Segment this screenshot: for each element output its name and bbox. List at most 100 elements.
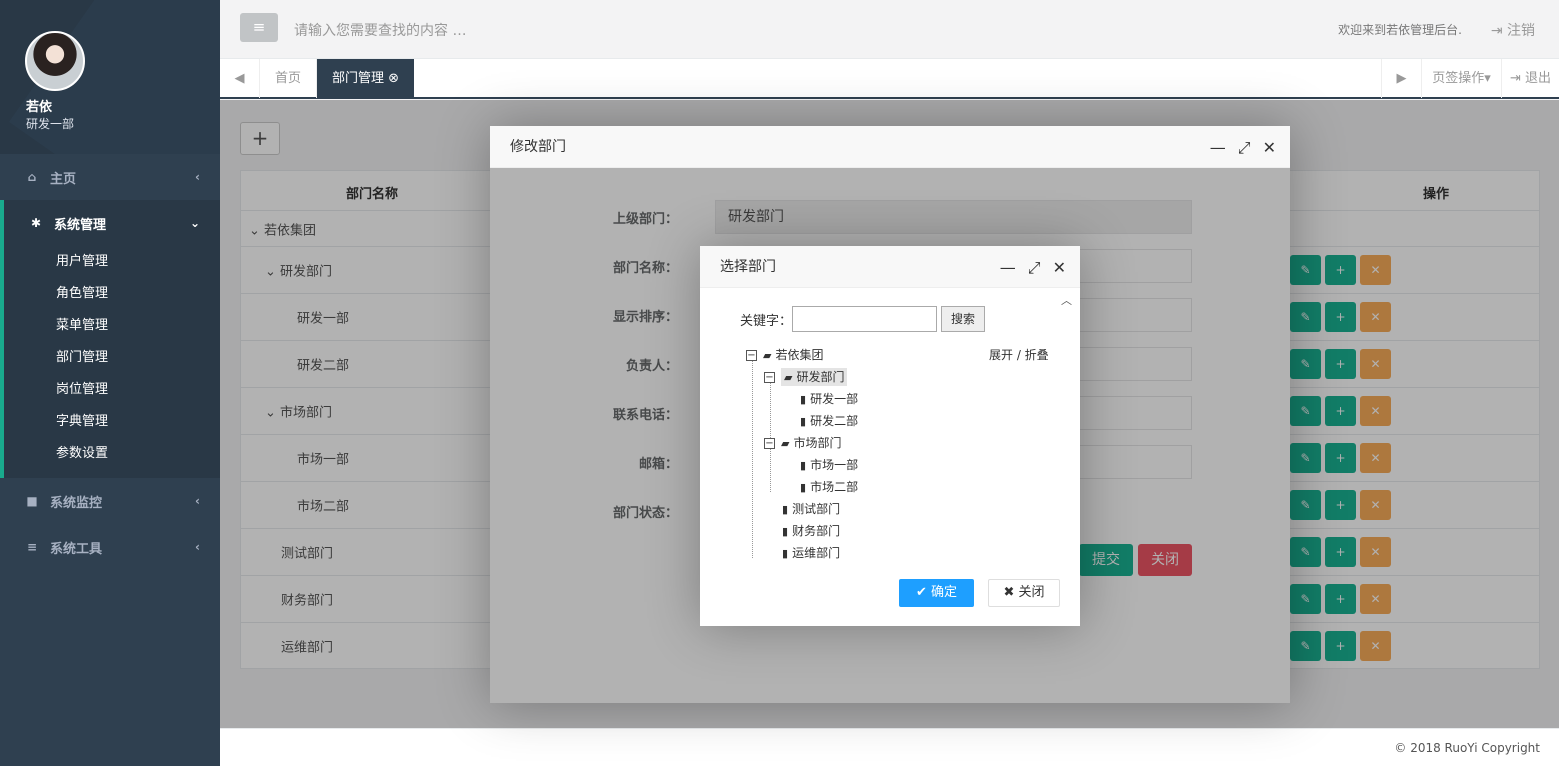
maximize-icon[interactable]: ⤢ xyxy=(1028,258,1041,278)
chevron-left-icon: ‹ xyxy=(195,170,200,184)
sidebar-item-label: 主页 xyxy=(50,171,77,187)
bars-icon: ≡ xyxy=(26,540,38,554)
dialog-title: 修改部门 xyxy=(490,126,1290,168)
menu-toggle-button[interactable]: ≡ xyxy=(240,13,278,42)
logout-link[interactable]: ⇥ 注销 xyxy=(1491,20,1535,40)
check-icon: ✔ xyxy=(915,585,931,600)
file-icon: ▮ xyxy=(800,415,807,428)
profile-panel: 若依 研发一部 xyxy=(0,0,220,154)
tree-line xyxy=(752,360,753,558)
tree-node-root[interactable]: − ▰ 若依集团 xyxy=(746,344,823,366)
tab-scroll-left-button[interactable]: ◀ xyxy=(220,59,260,98)
backward-icon: ◀ xyxy=(234,71,245,86)
user-dept: 研发一部 xyxy=(26,117,75,131)
maximize-icon[interactable]: ⤢ xyxy=(1238,138,1251,158)
window-controls: — ⤢ ✕ xyxy=(1210,138,1276,158)
sidebar-item-monitor[interactable]: ■ 系统监控 ‹ xyxy=(0,478,220,524)
sidebar-item-label: 系统工具 xyxy=(50,541,103,557)
sign-out-icon: ⇥ xyxy=(1509,71,1521,86)
sidebar-subitem-params[interactable]: 参数设置 xyxy=(4,438,220,470)
video-icon: ■ xyxy=(26,494,38,508)
tree-node-ops[interactable]: ▮ 运维部门 xyxy=(782,542,840,564)
file-icon: ▮ xyxy=(800,481,807,494)
sidebar: 若依 研发一部 ⌂ 主页 ‹ ✱ 系统管理 ⌄ 用户管理 角色管理 菜单管理 部… xyxy=(0,0,220,766)
tab-dept-management[interactable]: 部门管理 ⊗ xyxy=(317,59,414,98)
folder-open-icon: ▰ xyxy=(781,437,790,450)
tab-ops-dropdown[interactable]: 页签操作▾ xyxy=(1421,59,1501,98)
folder-open-icon: ▰ xyxy=(763,349,772,362)
select-dept-dialog: 选择部门 — ⤢ ✕ ︿ 关键字： 搜索 展开 / 折叠 − ▰ 若依集团 − ▰ 研发… xyxy=(700,246,1080,626)
footer: © 2018 RuoYi Copyright xyxy=(220,728,1559,766)
sidebar-item-home[interactable]: ⌂ 主页 ‹ xyxy=(0,154,220,200)
home-icon: ⌂ xyxy=(27,170,37,184)
minimize-icon[interactable]: — xyxy=(1210,138,1226,158)
sidebar-subitem-posts[interactable]: 岗位管理 xyxy=(4,374,220,406)
sidebar-group-system: ✱ 系统管理 ⌄ 用户管理 角色管理 菜单管理 部门管理 岗位管理 字典管理 参… xyxy=(0,200,220,478)
folder-open-icon: ▰ xyxy=(784,371,793,384)
file-icon: ▮ xyxy=(782,525,789,538)
tree-node-rd[interactable]: − ▰ 研发部门 xyxy=(764,366,848,388)
logout-label: 注销 xyxy=(1507,23,1535,39)
forward-icon: ▶ xyxy=(1396,71,1407,86)
keyword-label: 关键字： xyxy=(740,314,793,329)
gear-icon: ✱ xyxy=(30,216,42,230)
file-icon: ▮ xyxy=(800,393,807,406)
close-label: 关闭 xyxy=(1018,585,1045,600)
collapse-toggle[interactable]: − xyxy=(764,372,775,383)
close-icon[interactable]: ✕ xyxy=(1263,138,1276,158)
collapse-toggle[interactable]: − xyxy=(746,350,757,361)
sidebar-item-system[interactable]: ✱ 系统管理 ⌄ xyxy=(4,200,220,246)
copyright: © 2018 RuoYi Copyright xyxy=(1394,741,1540,755)
tab-scroll-right-button[interactable]: ▶ xyxy=(1381,59,1421,98)
tab-label: 部门管理 xyxy=(331,71,384,86)
chevron-left-icon: ‹ xyxy=(195,540,200,554)
window-controls: — ⤢ ✕ xyxy=(1000,258,1066,278)
chevron-down-icon: ⌄ xyxy=(189,216,200,230)
tree-node-mk[interactable]: − ▰ 市场部门 xyxy=(764,432,841,454)
tab-exit-button[interactable]: ⇥ 退出 xyxy=(1501,59,1559,98)
tab-bar: ◀ 首页 部门管理 ⊗ ▶ 页签操作▾ ⇥ 退出 xyxy=(220,59,1559,99)
dialog-close-button[interactable]: ✖ 关闭 xyxy=(988,579,1060,607)
search-button[interactable]: 搜索 xyxy=(941,306,985,332)
tree-node-test[interactable]: ▮ 测试部门 xyxy=(782,498,840,520)
file-icon: ▮ xyxy=(782,547,789,560)
search-input[interactable]: 请输入您需要查找的内容 … xyxy=(294,20,466,40)
sidebar-menu: ⌂ 主页 ‹ ✱ 系统管理 ⌄ 用户管理 角色管理 菜单管理 部门管理 岗位管理… xyxy=(0,154,220,570)
sidebar-subitem-menus[interactable]: 菜单管理 xyxy=(4,310,220,342)
sidebar-subitem-dicts[interactable]: 字典管理 xyxy=(4,406,220,438)
tab-home[interactable]: 首页 xyxy=(260,59,318,98)
sidebar-item-tools[interactable]: ≡ 系统工具 ‹ xyxy=(0,524,220,570)
keyword-input[interactable] xyxy=(792,306,937,332)
collapse-toggle[interactable]: − xyxy=(764,438,775,449)
caret-down-icon: ▾ xyxy=(1484,71,1491,86)
user-name: 若依 xyxy=(26,100,53,115)
tree-node-mk1[interactable]: ▮ 市场一部 xyxy=(800,454,858,476)
chevron-up-icon[interactable]: ︿ xyxy=(1061,292,1072,308)
sidebar-submenu: 用户管理 角色管理 菜单管理 部门管理 岗位管理 字典管理 参数设置 xyxy=(4,246,220,478)
bars-icon: ≡ xyxy=(252,18,266,36)
tree-node-rd2[interactable]: ▮ 研发二部 xyxy=(800,410,858,432)
confirm-button[interactable]: ✔ 确定 xyxy=(899,579,974,607)
tree-node-rd1[interactable]: ▮ 研发一部 xyxy=(800,388,858,410)
tab-exit-label: 退出 xyxy=(1525,71,1552,86)
close-circle-icon[interactable]: ⊗ xyxy=(388,71,399,86)
sidebar-item-label: 系统管理 xyxy=(54,217,107,233)
tree-node-mk2[interactable]: ▮ 市场二部 xyxy=(800,476,858,498)
close-icon[interactable]: ✕ xyxy=(1053,258,1066,278)
tab-ops-label: 页签操作 xyxy=(1432,71,1485,86)
tree-node-fin[interactable]: ▮ 财务部门 xyxy=(782,520,840,542)
top-header: ≡ 请输入您需要查找的内容 … 欢迎来到若依管理后台. ⇥ 注销 xyxy=(220,0,1559,59)
close-icon: ✖ xyxy=(1003,585,1019,600)
file-icon: ▮ xyxy=(782,503,789,516)
sidebar-subitem-roles[interactable]: 角色管理 xyxy=(4,278,220,310)
sign-out-icon: ⇥ xyxy=(1490,23,1507,39)
sidebar-subitem-depts[interactable]: 部门管理 xyxy=(4,342,220,374)
welcome-text: 欢迎来到若依管理后台. xyxy=(1338,23,1462,37)
file-icon: ▮ xyxy=(800,459,807,472)
sidebar-subitem-users[interactable]: 用户管理 xyxy=(4,246,220,278)
expand-collapse-link[interactable]: 展开 / 折叠 xyxy=(989,346,1049,363)
sidebar-item-label: 系统监控 xyxy=(50,495,103,511)
confirm-label: 确定 xyxy=(931,585,958,600)
avatar[interactable] xyxy=(25,31,85,91)
minimize-icon[interactable]: — xyxy=(1000,258,1016,278)
